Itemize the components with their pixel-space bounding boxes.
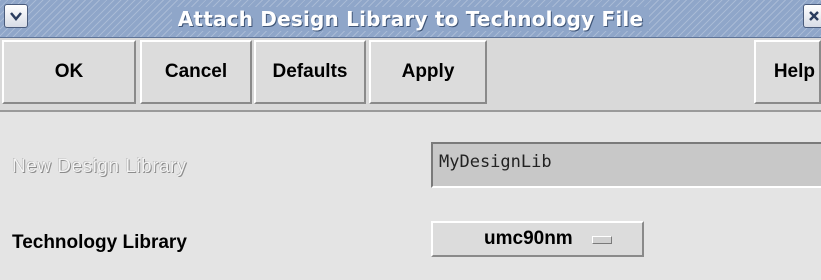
cancel-button[interactable]: Cancel: [140, 40, 252, 104]
technology-library-label: Technology Library: [12, 232, 187, 253]
technology-library-value: umc90nm: [484, 228, 573, 249]
window-title-text: Attach Design Library to Technology File: [171, 7, 650, 31]
option-menu-indicator-icon: [592, 236, 612, 244]
apply-button[interactable]: Apply: [369, 40, 487, 104]
ok-button[interactable]: OK: [2, 40, 136, 104]
title-bar: Attach Design Library to Technology File: [0, 0, 821, 38]
window-close-button[interactable]: [803, 4, 821, 28]
help-button[interactable]: Help: [754, 40, 821, 104]
button-bar: OK Cancel Defaults Apply Help: [0, 38, 821, 112]
technology-library-dropdown[interactable]: umc90nm: [431, 221, 644, 257]
design-library-field: MyDesignLib: [431, 142, 821, 188]
close-icon: [809, 11, 819, 21]
design-library-label: New Design Library: [12, 156, 187, 177]
defaults-button[interactable]: Defaults: [254, 40, 366, 104]
window-title: Attach Design Library to Technology File: [0, 7, 821, 31]
